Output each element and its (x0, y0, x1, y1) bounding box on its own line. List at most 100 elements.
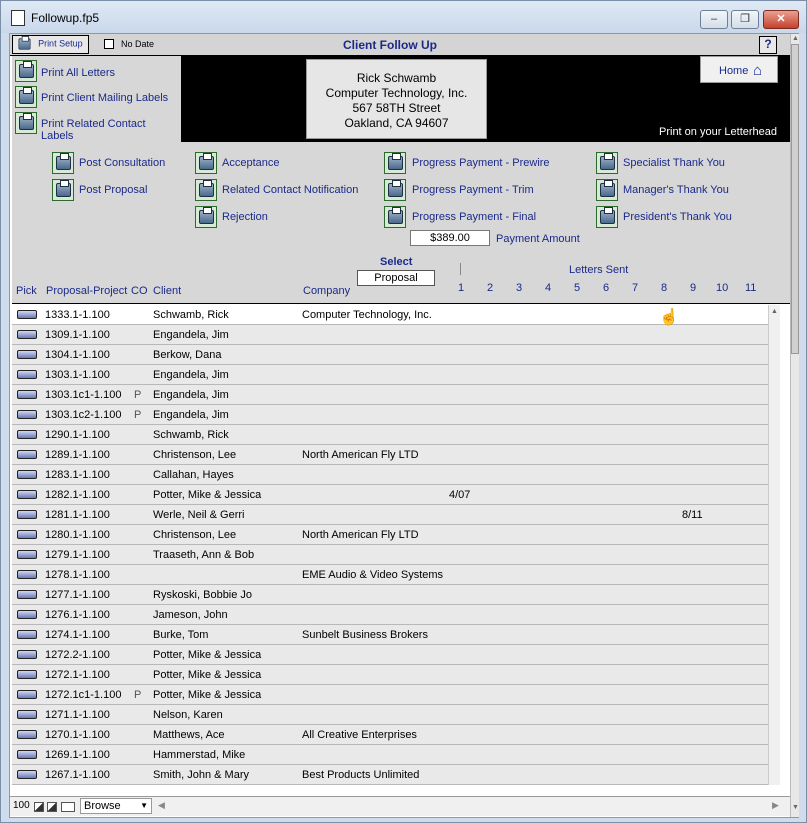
table-row[interactable]: 1272.2-1.100 Potter, Mike & Jessica (12, 645, 768, 665)
table-row[interactable]: 1290.1-1.100 Schwamb, Rick (12, 425, 768, 445)
print-related-labels-link[interactable]: Print Related Contact Labels (41, 118, 181, 142)
restore-button[interactable]: ❐ (731, 10, 759, 29)
letter-print-button[interactable] (195, 152, 217, 174)
table-row[interactable]: 1303.1-1.100 Engandela, Jim (12, 365, 768, 385)
pick-icon[interactable] (17, 530, 37, 539)
print-all-letters-link[interactable]: Print All Letters (41, 67, 115, 79)
letter-print-button[interactable] (384, 152, 406, 174)
table-row[interactable]: 1271.1-1.100 Nelson, Karen (12, 705, 768, 725)
table-row[interactable]: 1277.1-1.100 Ryskoski, Bobbie Jo (12, 585, 768, 605)
letter-progress-prewire[interactable]: Progress Payment - Prewire (412, 157, 550, 169)
letter-print-button[interactable] (52, 179, 74, 201)
letter-print-button[interactable] (384, 206, 406, 228)
minimize-button[interactable]: – (700, 10, 728, 29)
letter-print-button[interactable] (596, 152, 618, 174)
letter-related-contact[interactable]: Related Contact Notification (222, 184, 358, 196)
letter-progress-final[interactable]: Progress Payment - Final (412, 211, 536, 223)
pick-icon[interactable] (17, 450, 37, 459)
print-setup-button[interactable]: Print Setup (12, 35, 89, 54)
print-client-labels-button[interactable] (15, 86, 37, 108)
pick-icon[interactable] (17, 490, 37, 499)
letter-post-proposal[interactable]: Post Proposal (79, 184, 147, 196)
table-row[interactable]: 1272.1c1-1.100 P Potter, Mike & Jessica (12, 685, 768, 705)
pick-icon[interactable] (17, 470, 37, 479)
table-row[interactable]: 1303.1c1-1.100 P Engandela, Jim (12, 385, 768, 405)
letter-manager-thanks[interactable]: Manager's Thank You (623, 184, 729, 196)
table-row[interactable]: 1269.1-1.100 Hammerstad, Mike (12, 745, 768, 765)
table-row[interactable]: 1280.1-1.100 Christenson, Lee North Americ… (12, 525, 768, 545)
select-dropdown[interactable]: Proposal (357, 270, 435, 286)
pick-icon[interactable] (17, 410, 37, 419)
table-row[interactable]: 1270.1-1.100 Matthews, Ace All Creative En… (12, 725, 768, 745)
close-button[interactable]: ✕ (763, 10, 799, 29)
pick-icon[interactable] (17, 590, 37, 599)
pick-icon[interactable] (17, 690, 37, 699)
table-row[interactable]: 1289.1-1.100 Christenson, Lee North Americ… (12, 445, 768, 465)
letter-print-button[interactable] (596, 179, 618, 201)
table-row[interactable]: 1278.1-1.100 EME Audio & Video Systems (12, 565, 768, 585)
table-row[interactable]: 1276.1-1.100 Jameson, John (12, 605, 768, 625)
letter-post-consultation[interactable]: Post Consultation (79, 157, 165, 169)
pick-icon[interactable] (17, 630, 37, 639)
table-row[interactable]: 1282.1-1.100 Potter, Mike & Jessica 4/07 (12, 485, 768, 505)
payment-amount-field[interactable]: $389.00 (410, 230, 490, 246)
pick-icon[interactable] (17, 310, 37, 319)
letter-specialist-thanks[interactable]: Specialist Thank You (623, 157, 725, 169)
window-scrollbar[interactable]: ▲ ▼ (790, 34, 799, 817)
zoom-in-icon[interactable] (47, 802, 57, 812)
pick-icon[interactable] (17, 710, 37, 719)
no-date-toggle[interactable]: No Date (91, 35, 163, 54)
letter-print-button[interactable] (52, 152, 74, 174)
pick-icon[interactable] (17, 570, 37, 579)
table-row[interactable]: 1309.1-1.100 Engandela, Jim (12, 325, 768, 345)
scroll-thumb[interactable] (791, 44, 799, 354)
pick-icon[interactable] (17, 370, 37, 379)
pick-icon[interactable] (17, 750, 37, 759)
scroll-up-icon[interactable]: ▲ (771, 308, 778, 315)
letter-president-thanks[interactable]: President's Thank You (623, 211, 732, 223)
letter-print-button[interactable] (195, 206, 217, 228)
no-date-checkbox[interactable] (104, 39, 114, 49)
mode-select[interactable]: Browse ▼ (80, 798, 152, 814)
pick-icon[interactable] (17, 390, 37, 399)
letter-acceptance[interactable]: Acceptance (222, 157, 279, 169)
pick-icon[interactable] (17, 430, 37, 439)
zoom-level[interactable]: 100 (13, 800, 30, 811)
print-all-letters-button[interactable] (15, 60, 37, 82)
letters-panel: Post Consultation Post Proposal Acceptan… (12, 142, 790, 272)
pick-icon[interactable] (17, 650, 37, 659)
zoom-out-icon[interactable] (34, 802, 44, 812)
table-row[interactable]: 1304.1-1.100 Berkow, Dana (12, 345, 768, 365)
pick-icon[interactable] (17, 330, 37, 339)
letter-print-button[interactable] (384, 179, 406, 201)
table-row[interactable]: 1283.1-1.100 Callahan, Hayes (12, 465, 768, 485)
home-button[interactable]: Home ⌂ (700, 56, 778, 83)
print-related-labels-button[interactable] (15, 112, 37, 134)
pick-icon[interactable] (17, 610, 37, 619)
scroll-right-icon[interactable]: ▶ (772, 800, 779, 811)
letter-rejection[interactable]: Rejection (222, 211, 268, 223)
letter-progress-trim[interactable]: Progress Payment - Trim (412, 184, 534, 196)
list-scrollbar[interactable]: ▲ (768, 305, 780, 785)
letter-print-button[interactable] (195, 179, 217, 201)
pick-icon[interactable] (17, 350, 37, 359)
scroll-down-icon[interactable]: ▼ (792, 804, 799, 811)
table-row[interactable]: 1272.1-1.100 Potter, Mike & Jessica (12, 665, 768, 685)
table-row[interactable]: 1333.1-1.100 Schwamb, Rick Computer Techno… (12, 305, 768, 325)
pick-icon[interactable] (17, 730, 37, 739)
scroll-left-icon[interactable]: ◀ (158, 800, 165, 811)
table-row[interactable]: 1303.1c2-1.100 P Engandela, Jim (12, 405, 768, 425)
letter-print-button[interactable] (596, 206, 618, 228)
table-row[interactable]: 1281.1-1.100 Werle, Neil & Gerri 8/11 (12, 505, 768, 525)
status-area-icon[interactable] (61, 802, 75, 812)
print-client-labels-link[interactable]: Print Client Mailing Labels (41, 92, 168, 104)
table-row[interactable]: 1274.1-1.100 Burke, Tom Sunbelt Business B… (12, 625, 768, 645)
pick-icon[interactable] (17, 550, 37, 559)
pick-icon[interactable] (17, 670, 37, 679)
pick-icon[interactable] (17, 510, 37, 519)
table-row[interactable]: 1279.1-1.100 Traaseth, Ann & Bob (12, 545, 768, 565)
scroll-up-icon[interactable]: ▲ (792, 35, 799, 42)
help-button[interactable]: ? (759, 36, 777, 54)
pick-icon[interactable] (17, 770, 37, 779)
table-row[interactable]: 1267.1-1.100 Smith, John & Mary Best Produ… (12, 765, 768, 785)
